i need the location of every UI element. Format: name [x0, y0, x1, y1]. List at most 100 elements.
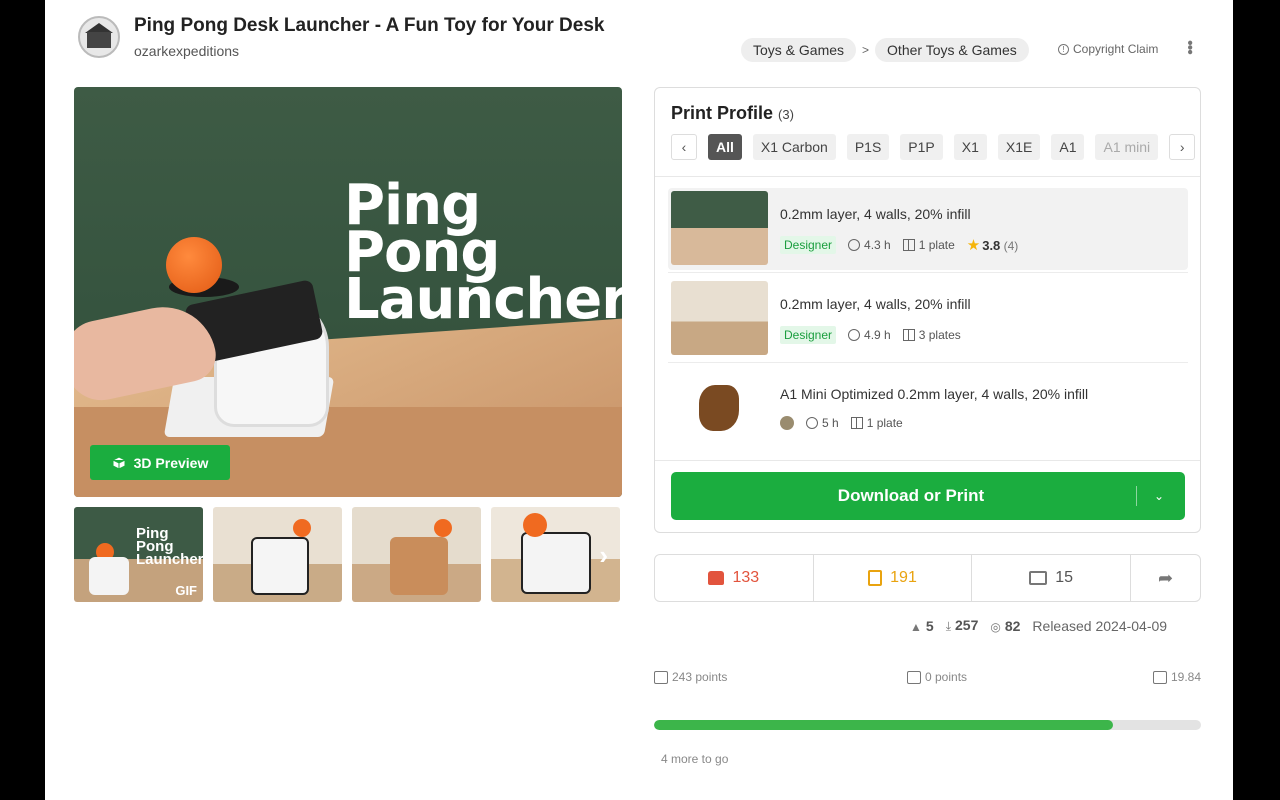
thumbnail-4[interactable]: › [491, 507, 620, 602]
print-time: 4.3 h [848, 238, 891, 252]
filter-x1[interactable]: X1 [953, 134, 987, 160]
print-value: 82 [1004, 617, 1021, 634]
comment-button[interactable]: 15 [972, 555, 1132, 601]
model-render [699, 385, 739, 431]
profile-meta: Designer 4.9 h 3 plates [780, 326, 961, 344]
mini-ball [434, 519, 452, 537]
points-remaining: 4 more to go [661, 752, 729, 766]
print-profile-title: Print Profile (3) [671, 103, 794, 124]
mini-launcher [89, 557, 129, 595]
chevron-right-icon[interactable]: › [599, 540, 608, 571]
download-or-print-button[interactable]: Download or Print ⌄ [671, 472, 1185, 520]
print-profile-item[interactable]: 0.2mm layer, 4 walls, 20% infill Designe… [668, 278, 1188, 360]
filter-x1-carbon[interactable]: X1 Carbon [752, 134, 836, 160]
plate-count: 1 plate [850, 416, 903, 430]
thumbnail-3[interactable] [352, 507, 481, 602]
hero-text-line-3: Launcher [344, 267, 622, 332]
author-name[interactable]: ozarkexpeditions [134, 43, 239, 59]
comment-count: 15 [1055, 569, 1074, 586]
print-icon: ◎ [990, 619, 1001, 634]
print-time: 4.9 h [848, 328, 891, 342]
download-value: 257 [955, 617, 979, 633]
boost-value: 5 [925, 617, 934, 634]
clock-icon [848, 239, 861, 251]
rating-value: 3.8 [982, 238, 1001, 253]
cube-icon [112, 455, 126, 470]
main-image[interactable]: Ping Pong Launcher 3D Preview [74, 87, 622, 497]
share-button[interactable]: ➦ [1131, 555, 1200, 601]
cash-icon [1152, 671, 1167, 684]
mini-ball [523, 513, 547, 537]
print-profile-label: Print Profile [671, 103, 774, 123]
print-time: 5 h [806, 416, 839, 430]
plate-count-value: 1 plate [918, 238, 955, 252]
filter-p1s[interactable]: P1S [846, 134, 890, 160]
plate-count: 1 plate [902, 238, 955, 252]
engagement-bar: 133 191 15 ➦ [654, 554, 1201, 602]
rocket-icon: ▲ [910, 619, 922, 634]
download-points: 243 points [654, 670, 727, 684]
model-page: Ping Pong Desk Launcher - A Fun Toy for … [45, 0, 1233, 800]
profile-thumbnail [671, 371, 768, 445]
download-count: ⤓ 257 [946, 617, 979, 634]
model-meta-row: ▲ 5 ⤓ 257 ◎ 82 Released 2024-04-09 [910, 617, 1167, 634]
profile-thumbnail [671, 191, 768, 265]
author-avatar[interactable] [78, 16, 120, 58]
3d-preview-label: 3D Preview [133, 454, 209, 471]
mini-launcher [521, 532, 591, 594]
boost-points-value: 0 points [925, 670, 968, 684]
breadcrumb: Toys & Games > Other Toys & Games [741, 38, 1029, 62]
breadcrumb-other-toys-games[interactable]: Other Toys & Games [875, 38, 1029, 62]
mini-ball [293, 519, 311, 537]
plate-count: 3 plates [902, 328, 961, 342]
print-time-value: 5 h [822, 416, 839, 430]
profile-rating: ★ 3.8 (4) [967, 236, 1019, 254]
download-points-value: 243 points [672, 670, 728, 684]
profile-meta: 5 h 1 plate [780, 416, 903, 430]
print-profile-count: (3) [778, 107, 794, 122]
thumbs-up-icon [708, 571, 725, 585]
download-tray-icon [654, 671, 668, 684]
points-progress-fill [654, 720, 1114, 730]
divider [668, 362, 1188, 363]
profile-name: 0.2mm layer, 4 walls, 20% infill [780, 296, 971, 312]
more-options-icon[interactable]: ••• [1180, 40, 1198, 54]
plate-count-value: 1 plate [866, 416, 903, 430]
mini-launcher [390, 537, 448, 595]
print-time-value: 4.3 h [864, 238, 891, 252]
print-profile-item[interactable]: A1 Mini Optimized 0.2mm layer, 4 walls, … [668, 368, 1188, 450]
creator-avatar[interactable] [780, 416, 794, 430]
release-date: Released 2024-04-09 [1032, 617, 1168, 634]
rating-count: (4) [1003, 239, 1019, 253]
filter-a1[interactable]: A1 [1051, 134, 1085, 160]
model-title: Ping Pong Desk Launcher - A Fun Toy for … [134, 15, 605, 36]
blocks-icon [907, 671, 921, 684]
filter-all[interactable]: All [708, 134, 742, 160]
like-button[interactable]: 133 [655, 555, 814, 601]
collect-button[interactable]: 191 [814, 555, 973, 601]
filter-a1-mini[interactable]: A1 mini [1095, 134, 1159, 160]
button-separator [1136, 486, 1137, 506]
print-profile-card: Print Profile (3) ‹ All X1 Carbon P1S P1… [654, 87, 1201, 533]
breadcrumb-toys-games[interactable]: Toys & Games [741, 38, 857, 62]
star-icon: ★ [966, 237, 981, 254]
info-icon: ! [1058, 43, 1069, 55]
hero-overlay-text: Ping Pong Launcher [344, 178, 622, 332]
thumbnail-1[interactable]: Ping Pong Launcher GIF [74, 507, 203, 602]
copyright-claim-link[interactable]: ! Copyright Claim [1058, 42, 1158, 56]
gif-badge: GIF [175, 583, 197, 598]
3d-preview-button[interactable]: 3D Preview [90, 445, 230, 480]
filter-x1e[interactable]: X1E [997, 134, 1041, 160]
divider [668, 272, 1188, 273]
chevron-left-icon[interactable]: ‹ [671, 134, 697, 160]
thumbnail-2[interactable] [213, 507, 342, 602]
profile-thumbnail [671, 281, 768, 355]
chevron-down-icon[interactable]: ⌄ [1149, 486, 1169, 506]
filter-p1p[interactable]: P1P [900, 134, 943, 160]
thumbnail-strip: Ping Pong Launcher GIF › [74, 507, 622, 602]
chevron-right-icon[interactable]: › [1169, 134, 1196, 160]
cash-amount: 19.84 [1170, 670, 1201, 684]
breadcrumb-separator: > [862, 43, 870, 57]
print-profile-item[interactable]: 0.2mm layer, 4 walls, 20% infill Designe… [668, 188, 1188, 270]
designer-badge: Designer [780, 326, 837, 344]
